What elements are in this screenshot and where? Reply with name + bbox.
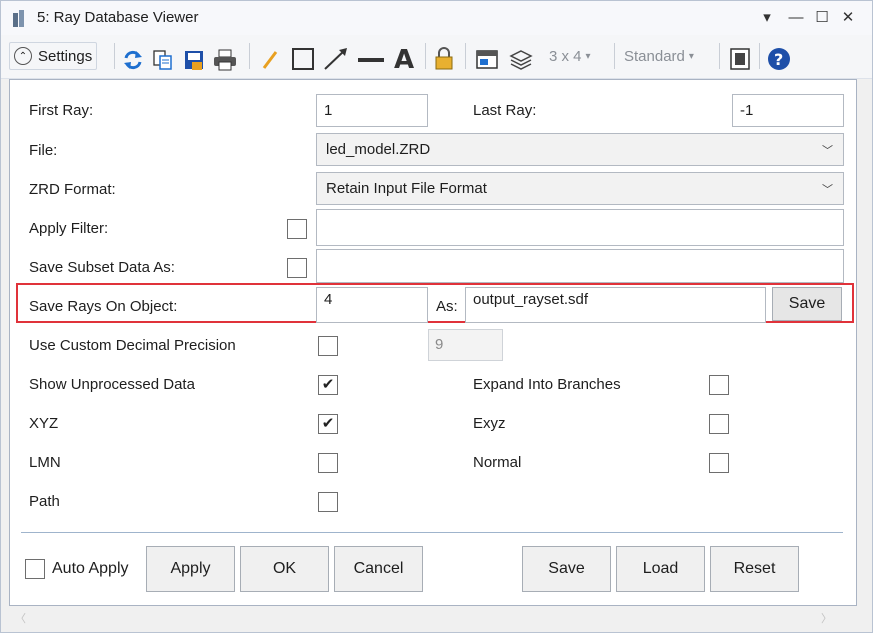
first-ray-label: First Ray: <box>29 102 94 119</box>
lock-icon[interactable] <box>433 45 455 73</box>
save-image-icon[interactable] <box>183 46 205 74</box>
lmn-label: LMN <box>29 454 61 471</box>
save-subset-input[interactable] <box>316 249 844 283</box>
save-subset-checkbox[interactable] <box>287 258 307 278</box>
layout-icon[interactable] <box>729 45 751 73</box>
grid-layout-label: 3 x 4 <box>549 47 582 65</box>
arrow-icon[interactable] <box>323 45 349 73</box>
scroll-right-icon[interactable]: 〉 <box>821 610 832 626</box>
refresh-icon[interactable] <box>122 46 144 74</box>
line-icon[interactable] <box>357 46 385 74</box>
file-label: File: <box>29 142 58 159</box>
minimize-button[interactable]: — <box>785 7 807 29</box>
file-dropdown-value: led_model.ZRD <box>326 141 431 158</box>
save-subset-label: Save Subset Data As: <box>29 259 175 276</box>
path-checkbox[interactable] <box>318 492 338 512</box>
normal-label: Normal <box>473 454 522 471</box>
as-label: As: <box>436 298 458 315</box>
window-title: 5: Ray Database Viewer <box>37 9 199 26</box>
xyz-checkbox[interactable]: ✔ <box>318 414 338 434</box>
toolbar-separator <box>249 43 250 69</box>
show-unprocessed-checkbox[interactable]: ✔ <box>318 375 338 395</box>
save-rays-button[interactable]: Save <box>772 287 842 321</box>
custom-precision-checkbox[interactable] <box>318 336 338 356</box>
save-button[interactable]: Save <box>522 546 611 592</box>
text-icon[interactable]: A <box>392 44 416 72</box>
auto-apply-label: Auto Apply <box>52 560 129 577</box>
file-dropdown[interactable]: led_model.ZRD ﹀ <box>316 133 844 166</box>
reset-button[interactable]: Reset <box>710 546 799 592</box>
save-rays-object-input[interactable]: 4 <box>316 287 428 323</box>
chevron-down-icon: ﹀ <box>822 145 833 157</box>
apply-filter-input[interactable] <box>316 209 844 246</box>
chevron-down-icon: ▾ <box>688 50 694 62</box>
help-icon[interactable]: ? <box>767 45 791 73</box>
custom-precision-label: Use Custom Decimal Precision <box>29 337 236 354</box>
cancel-button[interactable]: Cancel <box>334 546 423 592</box>
ok-button[interactable]: OK <box>240 546 329 592</box>
layers-icon[interactable] <box>509 46 533 74</box>
apply-filter-checkbox[interactable] <box>287 219 307 239</box>
svg-text:A: A <box>394 45 414 72</box>
print-icon[interactable] <box>213 46 237 74</box>
toolbar-separator <box>614 43 615 69</box>
zrd-format-value: Retain Input File Format <box>326 180 487 197</box>
expand-branches-checkbox[interactable] <box>709 375 729 395</box>
toolbar-separator <box>719 43 720 69</box>
exyz-label: Exyz <box>473 415 506 432</box>
svg-text:?: ? <box>774 50 783 69</box>
copy-icon[interactable] <box>152 46 174 74</box>
ray-database-viewer-window: 5: Ray Database Viewer ▾ — ☐ ✕ ⌃ Setting… <box>0 0 873 633</box>
toolbar: ⌃ Settings A 3 x 4 ▾ Standard ▾ ? <box>1 35 872 79</box>
style-dropdown[interactable]: Standard ▾ <box>624 42 694 70</box>
window-icon[interactable] <box>475 46 499 74</box>
grid-layout-dropdown[interactable]: 3 x 4 ▾ <box>549 42 591 70</box>
exyz-checkbox[interactable] <box>709 414 729 434</box>
apply-button[interactable]: Apply <box>146 546 235 592</box>
last-ray-input[interactable]: -1 <box>732 94 844 127</box>
toolbar-separator <box>465 43 466 69</box>
lmn-checkbox[interactable] <box>318 453 338 473</box>
zrd-format-label: ZRD Format: <box>29 181 116 198</box>
path-label: Path <box>29 493 60 510</box>
settings-button[interactable]: ⌃ Settings <box>9 42 98 70</box>
normal-checkbox[interactable] <box>709 453 729 473</box>
xyz-label: XYZ <box>29 415 59 432</box>
show-unprocessed-label: Show Unprocessed Data <box>29 376 195 393</box>
apply-filter-label: Apply Filter: <box>29 220 109 237</box>
divider <box>21 532 843 533</box>
scroll-left-icon[interactable]: 〈 <box>15 610 26 626</box>
toolbar-separator <box>425 43 426 69</box>
last-ray-label: Last Ray: <box>473 102 537 119</box>
horizontal-scrollbar[interactable]: 〈 〉 <box>9 608 857 628</box>
first-ray-input[interactable]: 1 <box>316 94 428 127</box>
save-rays-filename-input[interactable]: output_rayset.sdf <box>465 287 766 323</box>
pencil-icon[interactable] <box>259 46 281 74</box>
window-menu-button[interactable]: ▾ <box>756 7 778 29</box>
close-button[interactable]: ✕ <box>837 7 859 29</box>
chevron-up-icon: ⌃ <box>14 47 32 65</box>
expand-branches-label: Expand Into Branches <box>473 376 621 393</box>
chevron-down-icon: ▾ <box>585 50 591 62</box>
auto-apply-checkbox[interactable] <box>25 559 45 579</box>
zrd-format-dropdown[interactable]: Retain Input File Format ﹀ <box>316 172 844 205</box>
settings-label: Settings <box>38 47 93 65</box>
title-bar[interactable]: 5: Ray Database Viewer ▾ — ☐ ✕ <box>1 1 872 35</box>
toolbar-separator <box>759 43 760 69</box>
load-button[interactable]: Load <box>616 546 705 592</box>
maximize-button[interactable]: ☐ <box>811 7 833 29</box>
toolbar-separator <box>114 43 115 69</box>
rectangle-icon[interactable] <box>291 45 315 73</box>
chevron-down-icon: ﹀ <box>822 184 833 196</box>
save-rays-label: Save Rays On Object: <box>29 298 178 315</box>
precision-input[interactable]: 9 <box>428 329 503 361</box>
window-app-icon <box>13 10 24 27</box>
style-label: Standard <box>624 47 685 65</box>
